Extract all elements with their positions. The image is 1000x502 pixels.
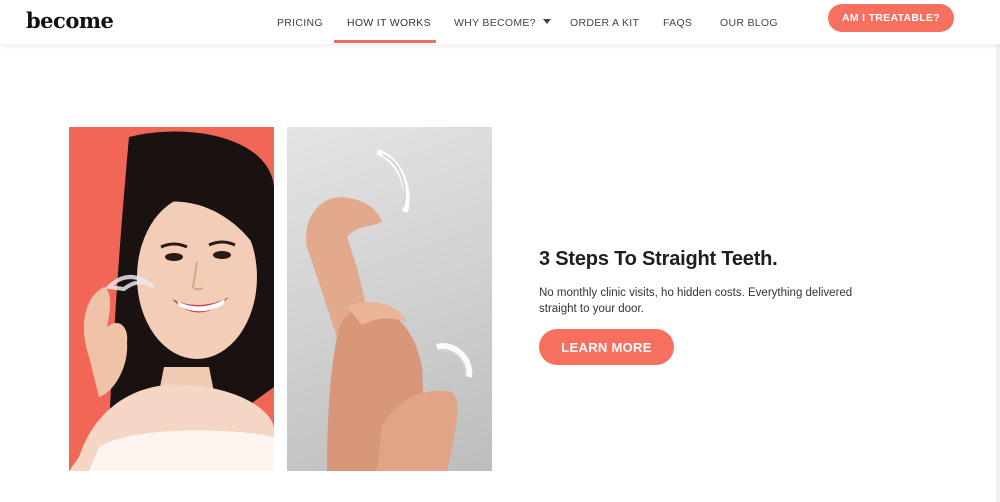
hero-headline: 3 Steps To Straight Teeth.: [539, 248, 778, 270]
nav-our-blog[interactable]: OUR BLOG: [720, 17, 778, 29]
learn-more-button[interactable]: LEARN MORE: [539, 329, 674, 365]
woman-aligner-photo: [69, 127, 274, 471]
site-header: become PRICING HOW IT WORKS WHY BECOME? …: [0, 0, 1000, 44]
scrollbar-track: [996, 44, 1000, 502]
hero-content: 3 Steps To Straight Teeth. No monthly cl…: [539, 248, 899, 365]
nav-why-become[interactable]: WHY BECOME?: [454, 17, 551, 29]
hands-aligner-photo: [287, 127, 492, 471]
logo[interactable]: become: [26, 8, 114, 33]
nav-why-become-label: WHY BECOME?: [454, 17, 536, 29]
nav-how-it-works[interactable]: HOW IT WORKS: [347, 17, 431, 29]
hero-description: No monthly clinic visits, ho hidden cost…: [539, 287, 853, 315]
hands-illustration: [306, 149, 473, 471]
woman-illustration: [69, 131, 274, 471]
nav-faqs[interactable]: FAQS: [663, 17, 692, 29]
nav-pricing[interactable]: PRICING: [277, 17, 323, 29]
active-nav-underline: [334, 40, 436, 43]
am-i-treatable-button[interactable]: AM I TREATABLE?: [828, 4, 954, 32]
nav-order-a-kit[interactable]: ORDER A KIT: [570, 17, 639, 29]
caret-down-icon: [542, 19, 551, 24]
